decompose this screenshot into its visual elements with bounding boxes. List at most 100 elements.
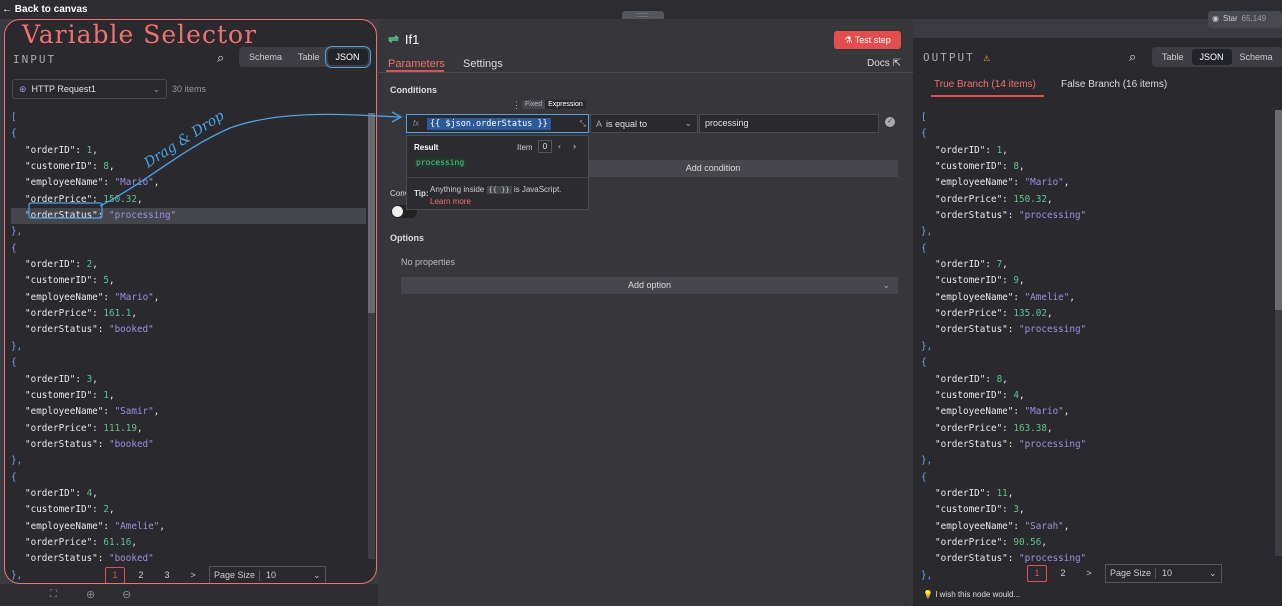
json-field-orderprice[interactable]: "orderPrice": 150.32, — [921, 192, 1261, 208]
zoom-out-icon[interactable]: ⊖ — [122, 588, 131, 601]
json-field-orderstatus[interactable]: "orderStatus": "processing" — [921, 208, 1261, 224]
json-field-customerid[interactable]: "customerID": 4, — [921, 388, 1261, 404]
json-field-orderprice[interactable]: "orderPrice": 150.32, — [11, 192, 366, 208]
json-field-employeename[interactable]: "employeeName": "Amelie", — [921, 290, 1261, 306]
prev-item-icon[interactable]: ‹ — [558, 141, 561, 151]
json-field-orderstatus[interactable]: "orderStatus": "processing" — [921, 322, 1261, 338]
fit-view-icon[interactable]: ⛶ — [50, 589, 57, 600]
output-scrollbar[interactable] — [1275, 110, 1282, 556]
json-field-orderid[interactable]: "orderID": 7, — [921, 257, 1261, 273]
json-field-customerid[interactable]: "customerID": 2, — [11, 502, 366, 518]
json-field-orderstatus[interactable]: "orderStatus": "booked" — [11, 322, 366, 338]
json-key[interactable]: "orderPrice" — [25, 308, 92, 319]
json-key[interactable]: "orderID" — [935, 374, 985, 385]
json-key[interactable]: "orderStatus" — [935, 324, 1008, 335]
tab-schema[interactable]: Schema — [241, 49, 290, 65]
mode-fixed-option[interactable]: Fixed — [522, 100, 545, 109]
json-key[interactable]: "orderID" — [25, 488, 75, 499]
json-key[interactable]: "orderID" — [25, 145, 75, 156]
item-index-field[interactable]: 0 — [538, 140, 552, 153]
json-key[interactable]: "customerID" — [25, 275, 92, 286]
json-field-orderstatus[interactable]: "orderStatus": "booked" — [11, 437, 366, 453]
source-node-select[interactable]: ⊕ HTTP Request1 ⌄ — [12, 79, 167, 99]
json-field-employeename[interactable]: "employeeName": "Amelie", — [11, 519, 366, 535]
json-key[interactable]: "customerID" — [935, 390, 1002, 401]
feedback-link[interactable]: 💡 I wish this node would... — [923, 590, 1020, 599]
json-field-employeename[interactable]: "employeeName": "Mario", — [921, 404, 1261, 420]
json-field-orderid[interactable]: "orderID": 3, — [11, 372, 366, 388]
json-key[interactable]: "customerID" — [935, 161, 1002, 172]
tab-table[interactable]: Table — [290, 49, 328, 65]
page-2-button[interactable]: 2 — [1053, 565, 1073, 582]
mode-expression-option[interactable]: Expression — [545, 100, 586, 109]
json-key[interactable]: "orderID" — [935, 145, 985, 156]
json-key[interactable]: "orderPrice" — [935, 308, 1002, 319]
json-key[interactable]: "customerID" — [25, 390, 92, 401]
add-option-button[interactable]: Add option ⌄ — [401, 277, 898, 294]
json-key[interactable]: "customerID" — [25, 161, 92, 172]
json-field-orderprice[interactable]: "orderPrice": 61.16, — [11, 535, 366, 551]
expand-icon[interactable]: ⤡ — [580, 119, 586, 129]
json-field-employeename[interactable]: "employeeName": "Mario", — [11, 290, 366, 306]
json-key[interactable]: "orderStatus" — [935, 210, 1008, 221]
page-size-select[interactable]: Page Size 10 ⌄ — [209, 566, 326, 583]
json-field-employeename[interactable]: "employeeName": "Mario", — [11, 175, 366, 191]
condition-check-icon[interactable]: ✓ — [885, 117, 895, 127]
json-field-customerid[interactable]: "customerID": 5, — [11, 273, 366, 289]
json-field-orderprice[interactable]: "orderPrice": 163.38, — [921, 421, 1261, 437]
json-field-customerid[interactable]: "customerID": 1, — [11, 388, 366, 404]
json-key[interactable]: "employeeName" — [25, 406, 103, 417]
json-key[interactable]: "employeeName" — [25, 521, 103, 532]
json-key[interactable]: "orderStatus" — [25, 439, 98, 450]
page-2-button[interactable]: 2 — [131, 567, 151, 583]
json-field-orderid[interactable]: "orderID": 4, — [11, 486, 366, 502]
search-icon[interactable]: ⌕ — [1129, 49, 1136, 65]
tab-json[interactable]: JSON — [324, 46, 371, 68]
expression-field[interactable]: fx {{ $json.orderStatus }} ⤡ — [406, 114, 589, 133]
json-key[interactable]: "orderPrice" — [25, 194, 92, 205]
json-field-orderid[interactable]: "orderID": 1, — [11, 143, 366, 159]
page-1-button[interactable]: 1 — [105, 567, 125, 583]
input-scrollbar[interactable] — [368, 113, 375, 559]
json-field-orderid[interactable]: "orderID": 2, — [11, 257, 366, 273]
more-options-icon[interactable]: ⋮ — [512, 100, 521, 111]
json-field-orderprice[interactable]: "orderPrice": 161.1, — [11, 306, 366, 322]
json-field-customerid[interactable]: "customerID": 8, — [921, 159, 1261, 175]
json-key[interactable]: "employeeName" — [935, 177, 1013, 188]
next-page-button[interactable]: > — [183, 567, 203, 583]
json-key[interactable]: "orderStatus" — [935, 553, 1008, 564]
json-key[interactable]: "orderPrice" — [25, 537, 92, 548]
compare-value-input[interactable]: processing — [699, 114, 879, 133]
json-key[interactable]: "orderID" — [935, 259, 985, 270]
true-branch-tab[interactable]: True Branch (14 items) — [934, 79, 1036, 90]
back-to-canvas-link[interactable]: ← Back to canvas — [2, 4, 88, 15]
tab-json[interactable]: JSON — [1191, 49, 1232, 65]
json-key[interactable]: "orderPrice" — [935, 423, 1002, 434]
json-field-employeename[interactable]: "employeeName": "Mario", — [921, 175, 1261, 191]
tab-table[interactable]: Table — [1154, 49, 1192, 65]
operator-select[interactable]: A is equal to ⌄ — [590, 114, 698, 133]
false-branch-tab[interactable]: False Branch (16 items) — [1061, 79, 1167, 90]
json-field-orderid[interactable]: "orderID": 1, — [921, 143, 1261, 159]
github-star-button[interactable]: ◉ Star 65,149 — [1208, 11, 1282, 28]
learn-more-link[interactable]: Learn more — [430, 197, 471, 206]
tab-schema[interactable]: Schema — [1232, 49, 1281, 65]
json-field-orderid[interactable]: "orderID": 11, — [921, 486, 1261, 502]
json-field-orderstatus[interactable]: "orderStatus": "processing" — [921, 437, 1261, 453]
json-key[interactable]: "employeeName" — [25, 177, 103, 188]
page-1-button[interactable]: 1 — [1027, 565, 1047, 582]
json-key[interactable]: "orderStatus" — [935, 439, 1008, 450]
json-key[interactable]: "orderStatus" — [25, 324, 98, 335]
json-key[interactable]: "orderStatus" — [25, 553, 98, 564]
json-field-customerid[interactable]: "customerID": 8, — [11, 159, 366, 175]
json-field-orderstatus[interactable]: "orderStatus": "processing" — [11, 208, 366, 225]
tab-settings[interactable]: Settings — [463, 58, 503, 70]
json-key[interactable]: "customerID" — [935, 275, 1002, 286]
tab-parameters[interactable]: Parameters — [388, 58, 445, 70]
page-3-button[interactable]: 3 — [157, 567, 177, 583]
json-key[interactable]: "orderStatus" — [25, 210, 98, 221]
page-size-select[interactable]: Page Size 10 ⌄ — [1105, 564, 1222, 583]
json-key[interactable]: "employeeName" — [935, 521, 1013, 532]
json-key[interactable]: "customerID" — [25, 504, 92, 515]
json-field-employeename[interactable]: "employeeName": "Samir", — [11, 404, 366, 420]
